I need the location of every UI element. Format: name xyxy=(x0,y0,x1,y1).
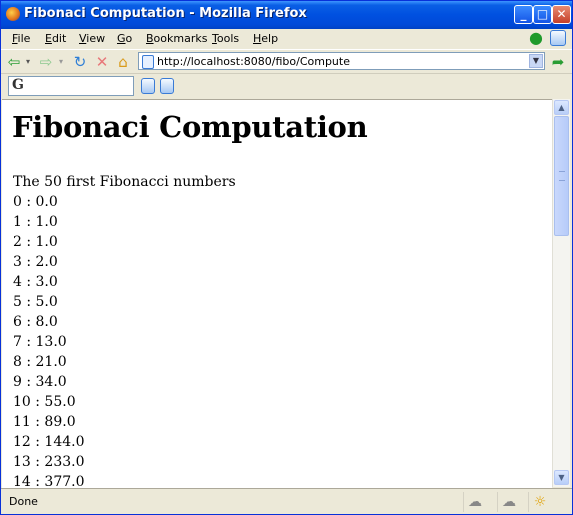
title-bar[interactable]: Fibonaci Computation - Mozilla Firefox _… xyxy=(1,1,572,29)
throbber-icon xyxy=(550,30,566,46)
toolbar-button-1[interactable] xyxy=(141,78,155,94)
fibonacci-list: 0 : 0.0 1 : 1.0 2 : 1.0 3 : 2.0 4 : 3.0 5 : 5… xyxy=(13,192,552,488)
fibonacci-row: 1 : 1.0 xyxy=(13,214,58,230)
page-subtitle: The 50 first Fibonacci numbers xyxy=(13,174,236,190)
search-engine-icon[interactable]: G xyxy=(12,77,24,93)
fibonacci-row: 2 : 1.0 xyxy=(13,234,58,250)
home-icon[interactable]: ⌂ xyxy=(114,53,132,71)
search-toolbar: G xyxy=(1,73,572,98)
fibonacci-row: 12 : 144.0 xyxy=(13,434,85,450)
menu-tools[interactable]: Tools xyxy=(212,32,239,45)
fibonacci-row: 13 : 233.0 xyxy=(13,454,85,470)
page-content: Fibonaci Computation The 50 first Fibona… xyxy=(2,99,552,488)
back-dropdown-icon[interactable]: ▾ xyxy=(23,53,33,71)
status-text: Done xyxy=(9,495,38,508)
close-button[interactable]: ✕ xyxy=(552,5,571,24)
fibonacci-row: 5 : 5.0 xyxy=(13,294,58,310)
url-dropdown-icon[interactable]: ▼ xyxy=(529,54,543,68)
cloud-icon-2[interactable]: ☁ xyxy=(497,492,520,512)
page-icon xyxy=(142,55,154,69)
minimize-button[interactable]: _ xyxy=(514,5,533,24)
vertical-scrollbar[interactable]: ▲ ▼ xyxy=(552,99,570,487)
menu-help[interactable]: Help xyxy=(253,32,278,45)
scroll-down-icon[interactable]: ▼ xyxy=(554,470,569,485)
window-title: Fibonaci Computation - Mozilla Firefox xyxy=(24,6,307,21)
maximize-button[interactable]: □ xyxy=(533,5,552,24)
menu-go[interactable]: Go xyxy=(117,32,132,45)
fibonacci-row: 3 : 2.0 xyxy=(13,254,58,270)
reload-icon[interactable]: ↻ xyxy=(71,53,89,71)
scroll-thumb[interactable] xyxy=(554,116,569,236)
fibonacci-row: 7 : 13.0 xyxy=(13,334,67,350)
url-input[interactable] xyxy=(157,54,517,68)
navigation-toolbar: ⇦ ▾ ⇨ ▾ ↻ ✕ ⌂ ▼ ➦ xyxy=(1,49,572,74)
fibonacci-row: 4 : 3.0 xyxy=(13,274,58,290)
forward-dropdown-icon[interactable]: ▾ xyxy=(56,53,66,71)
fibonacci-row: 8 : 21.0 xyxy=(13,354,67,370)
fibonacci-row: 14 : 377.0 xyxy=(13,474,85,488)
fibonacci-row: 11 : 89.0 xyxy=(13,414,76,430)
stop-icon[interactable]: ✕ xyxy=(93,53,111,71)
menu-bar: File Edit View Go Bookmarks Tools Help ● xyxy=(1,29,572,49)
toolbar-button-2[interactable] xyxy=(160,78,174,94)
fibonacci-row: 6 : 8.0 xyxy=(13,314,58,330)
cloud-icon[interactable]: ☁ xyxy=(463,492,486,512)
go-arrow-icon[interactable]: ➦ xyxy=(549,53,567,71)
menu-edit[interactable]: Edit xyxy=(45,32,66,45)
search-box[interactable]: G xyxy=(8,76,134,96)
fibonacci-row: 9 : 34.0 xyxy=(13,374,67,390)
fibonacci-row: 10 : 55.0 xyxy=(13,394,76,410)
page-heading: Fibonaci Computation xyxy=(12,110,368,144)
menu-bookmarks[interactable]: Bookmarks xyxy=(146,32,207,45)
address-bar[interactable]: ▼ xyxy=(138,52,545,70)
menu-view[interactable]: View xyxy=(79,32,105,45)
browser-window: Fibonaci Computation - Mozilla Firefox _… xyxy=(0,0,573,515)
back-icon[interactable]: ⇦ xyxy=(5,53,23,71)
forward-icon[interactable]: ⇨ xyxy=(37,53,55,71)
go-green-icon[interactable]: ● xyxy=(527,29,545,47)
menu-file[interactable]: File xyxy=(12,32,30,45)
sun-icon[interactable]: ☼ xyxy=(528,492,551,512)
firefox-icon xyxy=(6,7,20,21)
fibonacci-row: 0 : 0.0 xyxy=(13,194,58,210)
scroll-up-icon[interactable]: ▲ xyxy=(554,100,569,115)
status-bar: Done ☁ ☁ ☼ xyxy=(1,488,572,515)
